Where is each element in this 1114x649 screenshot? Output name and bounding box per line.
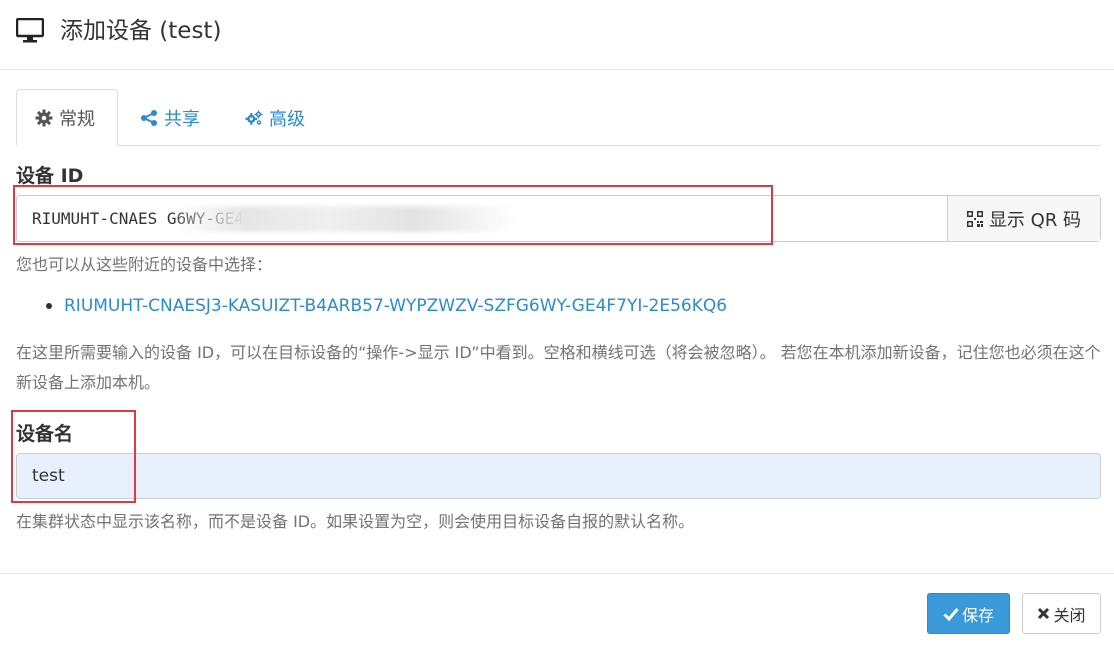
nearby-devices-list: RIUMUHT-CNAESJ3-KASUIZT-B4ARB57-WYPZWZV-… [46, 292, 727, 320]
tab-general[interactable]: 常规 [16, 89, 118, 146]
redaction-blur [177, 206, 517, 232]
tab-sharing-label: 共享 [164, 108, 200, 130]
show-qr-label: 显示 QR 码 [988, 209, 1082, 231]
device-name-input[interactable] [16, 453, 1101, 499]
device-id-explanation: 在这里所需要输入的设备 ID，可以在目标设备的“操作->显示 ID”中看到。空格… [16, 343, 1101, 392]
close-label: 关闭 [1053, 605, 1086, 625]
modal-header: 添加设备 (test) [0, 0, 1114, 70]
tab-advanced-label: 高级 [269, 108, 305, 130]
desktop-icon [16, 18, 44, 43]
qrcode-icon [966, 210, 983, 227]
nearby-devices-help: 您也可以从这些附近的设备中选择： [16, 255, 273, 274]
tab-sharing[interactable]: 共享 [140, 89, 200, 146]
tab-bar: 常规 共享 高级 [16, 89, 1101, 146]
save-button[interactable]: 保存 [927, 593, 1010, 634]
gear-icon [35, 109, 53, 126]
tab-general-label: 常规 [59, 108, 95, 130]
tab-advanced[interactable]: 高级 [245, 89, 305, 146]
device-name-label: 设备名 [16, 423, 74, 445]
add-device-dialog: 添加设备 (test) 常规 共享 高级 设备 ID RIUMUHT-CNAES… [0, 0, 1114, 649]
modal-title: 添加设备 (test) [60, 18, 222, 44]
nearby-device-link[interactable]: RIUMUHT-CNAESJ3-KASUIZT-B4ARB57-WYPZWZV-… [46, 292, 727, 320]
close-icon [1038, 607, 1050, 620]
footer-divider [0, 573, 1114, 574]
check-icon [943, 607, 959, 621]
save-label: 保存 [961, 605, 994, 625]
share-icon [141, 109, 157, 126]
gears-icon [245, 109, 263, 125]
close-button[interactable]: 关闭 [1022, 593, 1101, 634]
device-id-input-group: RIUMUHT-CNAES G6WY-GE4F7YI-2E56KQ6 [16, 195, 1101, 242]
device-name-help: 在集群状态中显示该名称，而不是设备 ID。如果设置为空，则会使用目标设备自报的默… [16, 512, 695, 531]
show-qr-button[interactable]: 显示 QR 码 [947, 196, 1100, 241]
device-id-label: 设备 ID [16, 165, 84, 187]
